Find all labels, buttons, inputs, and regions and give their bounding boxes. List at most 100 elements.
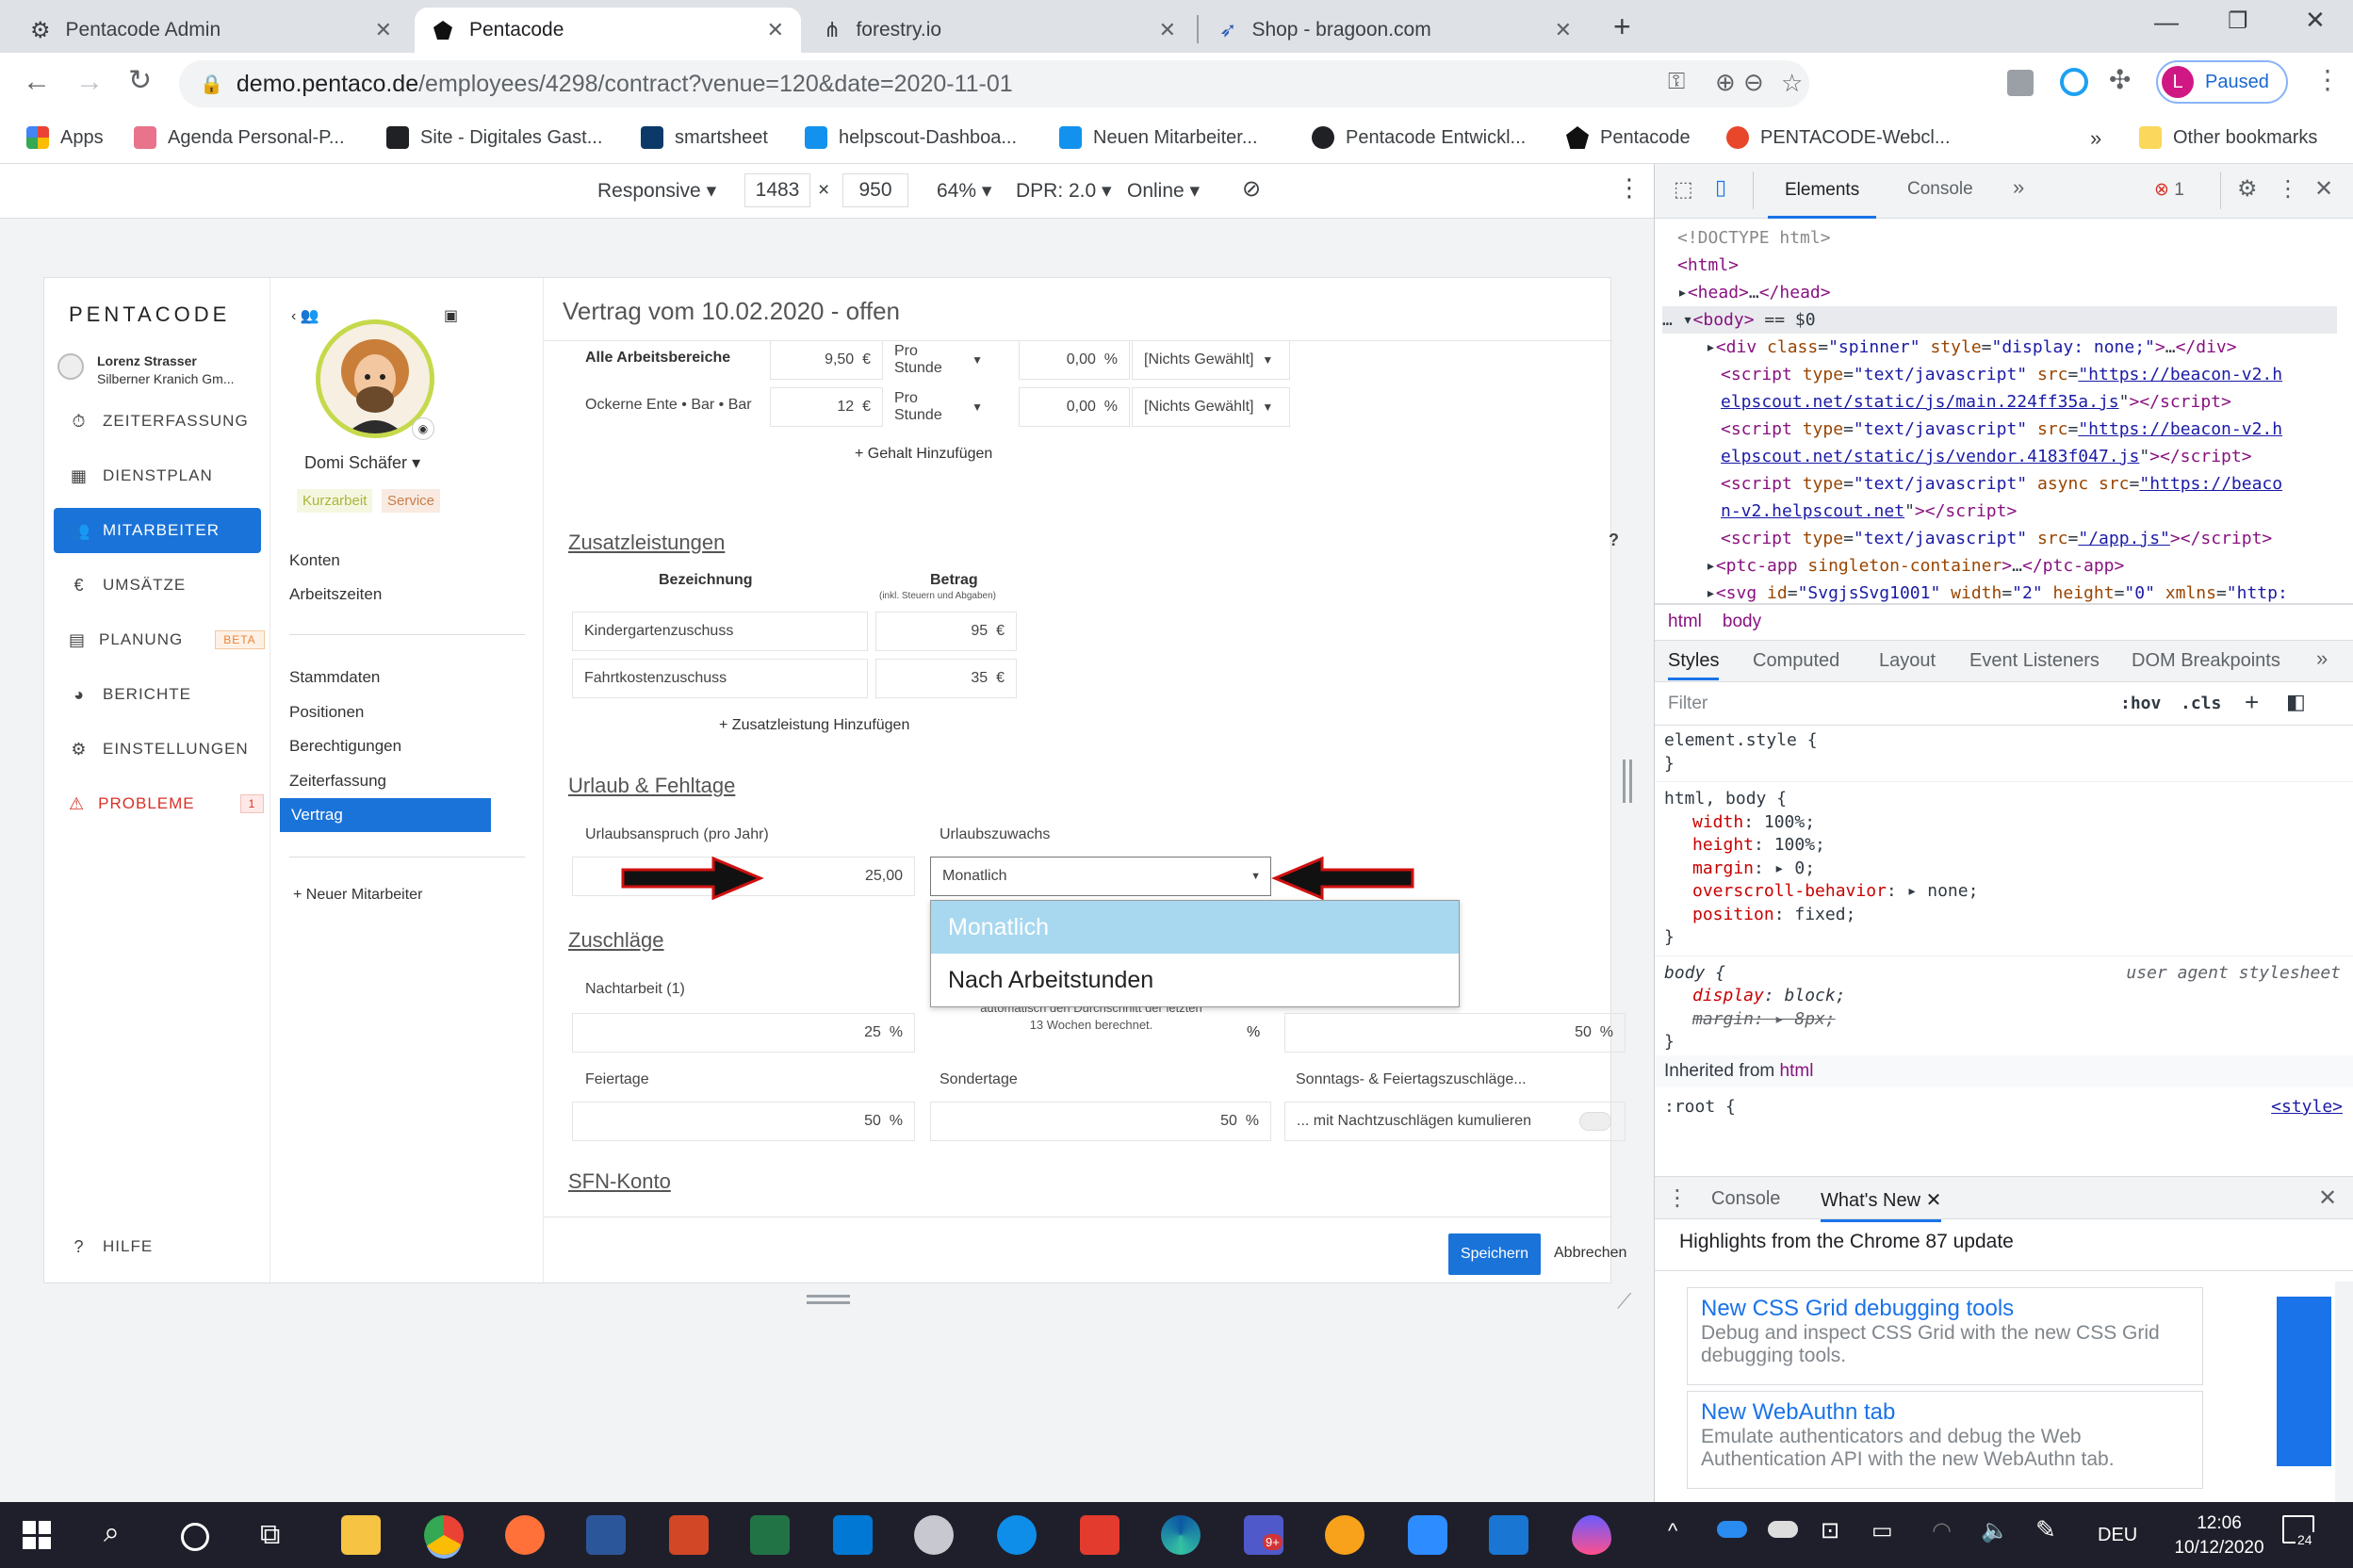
bookmark-agenda[interactable]: Agenda Personal-P... <box>134 126 345 149</box>
anydesk-icon[interactable] <box>1080 1515 1119 1555</box>
nav-berichte[interactable]: ◕ BERICHTE <box>54 672 261 717</box>
language-indicator[interactable]: DEU <box>2098 1525 2137 1546</box>
resize-handle-right[interactable] <box>1623 760 1632 803</box>
add-zusatz-button[interactable]: + Zusatzleistung Hinzufügen <box>719 717 909 734</box>
bookmark-pentacode[interactable]: Pentacode <box>1566 126 1691 149</box>
address-bar[interactable]: 🔒 demo.pentaco.de /employees/4298/contra… <box>179 60 1809 107</box>
close-drawer-icon[interactable]: ✕ <box>2318 1184 2337 1212</box>
bookmark-apps[interactable]: Apps <box>26 126 104 149</box>
notification-center-icon[interactable]: 24 <box>2282 1515 2314 1547</box>
new-tab-button[interactable]: + <box>1613 9 1631 44</box>
subnav-vertrag[interactable]: Vertrag <box>280 798 491 832</box>
file-explorer-icon[interactable] <box>341 1515 381 1555</box>
salary-unit-select[interactable]: Pro Stunde ▼ <box>883 340 994 380</box>
dom-node[interactable]: <script type="text/javascript" async src… <box>1662 470 2337 498</box>
tab-pentacode-admin[interactable]: ⚙ Pentacode Admin ✕ <box>13 8 409 53</box>
more-tabs-chevron-icon[interactable]: » <box>2316 646 2328 671</box>
tab-pentacode[interactable]: Pentacode ✕ <box>415 8 801 53</box>
style-source-link[interactable]: <style> <box>2271 1097 2343 1117</box>
zoom-icon[interactable]: ⊖ <box>1743 68 1764 97</box>
profile-button[interactable]: L Paused <box>2156 60 2288 104</box>
close-devtools-icon[interactable]: ✕ <box>2314 175 2333 203</box>
windows-start-icon[interactable] <box>23 1521 51 1549</box>
cortana-icon[interactable] <box>181 1523 209 1551</box>
salary-amount-input[interactable]: 9,50 € <box>770 340 883 380</box>
inherited-tag[interactable]: html <box>1780 1061 1814 1081</box>
nav-mitarbeiter[interactable]: 👥 MITARBEITER <box>54 508 261 553</box>
back-button[interactable]: ← <box>23 66 51 98</box>
css-rule[interactable]: body {user agent stylesheet <box>1655 956 2353 986</box>
maximize-button[interactable]: ❐ <box>2228 8 2248 35</box>
battery-icon[interactable]: ▭ <box>1871 1517 1893 1544</box>
nav-probleme[interactable]: ⚠ PROBLEME 1 <box>54 781 265 826</box>
css-rule-root[interactable]: :root {<style> <box>1664 1097 2343 1117</box>
chrome-icon[interactable] <box>424 1515 464 1555</box>
drawer-tab-whats-new[interactable]: What's New ✕ <box>1821 1188 1942 1222</box>
nav-hilfe[interactable]: ? HILFE <box>54 1224 261 1269</box>
nav-planung[interactable]: ▤ PLANUNG BETA <box>54 617 265 662</box>
rotate-icon[interactable]: ⊘ <box>1242 175 1261 203</box>
user-avatar[interactable] <box>57 353 84 380</box>
bookmark-neuen-mitarbeiter[interactable]: Neuen Mitarbeiter... <box>1059 126 1258 149</box>
css-decl[interactable]: width: 100%; <box>1655 811 2353 835</box>
new-employee-button[interactable]: + Neuer Mitarbeiter <box>293 887 422 904</box>
close-icon[interactable]: ✕ <box>375 18 392 42</box>
close-icon[interactable]: ✕ <box>1555 18 1572 42</box>
nav-umsaetze[interactable]: € UMSÄTZE <box>54 563 261 608</box>
more-tabs-chevron-icon[interactable]: » <box>2013 175 2024 200</box>
extension-helpscout-icon[interactable] <box>2060 68 2088 96</box>
choice-select[interactable]: [Nichts Gewählt] ▼ <box>1132 340 1290 380</box>
tab-elements[interactable]: Elements <box>1768 164 1877 219</box>
outlook-icon[interactable] <box>833 1515 873 1555</box>
tab-event-listeners[interactable]: Event Listeners <box>1969 650 2100 672</box>
camera-icon[interactable]: ◉ <box>412 417 434 440</box>
percent-input[interactable]: 0,00 % <box>1019 340 1130 380</box>
network-select[interactable]: Online ▾ <box>1127 179 1200 203</box>
bookmark-site[interactable]: Site - Digitales Gast... <box>386 126 602 149</box>
star-icon[interactable]: ☆ <box>1781 69 1803 98</box>
resize-handle-bottom[interactable] <box>807 1295 850 1304</box>
help-icon[interactable]: ? <box>1609 531 1619 550</box>
add-rule-icon[interactable]: + <box>2245 688 2259 717</box>
dom-node[interactable]: <script type="text/javascript" src="/app… <box>1662 525 2337 552</box>
tab-layout[interactable]: Layout <box>1879 650 1936 672</box>
percent-input[interactable]: 0,00 % <box>1019 387 1130 427</box>
id-card-icon[interactable]: ▣ <box>444 306 458 325</box>
app-orange-icon[interactable] <box>1325 1515 1364 1555</box>
dom-node[interactable]: elpscout.net/static/js/main.224ff35a.js"… <box>1662 388 2337 416</box>
tab-console[interactable]: Console <box>1907 179 1973 200</box>
cls-toggle[interactable]: .cls <box>2181 694 2221 713</box>
nav-dienstplan[interactable]: ▦ DIENSTPLAN <box>54 453 261 498</box>
bookmarks-overflow-chevron-icon[interactable]: » <box>2090 126 2101 151</box>
width-input[interactable]: 1483 <box>744 173 810 207</box>
add-salary-button[interactable]: + Gehalt Hinzufügen <box>855 446 992 463</box>
filter-input[interactable]: Filter <box>1668 694 1708 714</box>
dom-node-selected[interactable]: … ▾<body> == $0 <box>1662 306 2337 334</box>
zuwachs-select[interactable]: Monatlich ▼ <box>930 857 1271 896</box>
subnav-berechtigungen[interactable]: Berechtigungen <box>289 737 401 756</box>
close-icon[interactable]: ✕ <box>767 18 784 42</box>
salary-amount-input[interactable]: 12 € <box>770 387 883 427</box>
resize-corner-icon[interactable]: ⟋ <box>1617 1289 1631 1314</box>
extensions-puzzle-icon[interactable]: ✣ <box>2109 64 2131 95</box>
subnav-stammdaten[interactable]: Stammdaten <box>289 668 380 687</box>
tray-chevron-icon[interactable]: ^ <box>1668 1519 1677 1544</box>
tab-bragoon[interactable]: ➶ Shop - bragoon.com ✕ <box>1202 8 1589 53</box>
zusatz-name-input[interactable]: Fahrtkostenzuschuss <box>572 659 868 698</box>
drawer-tab-console[interactable]: Console <box>1711 1188 1780 1210</box>
subnav-positionen[interactable]: Positionen <box>289 703 364 722</box>
sidebar-toggle-icon[interactable]: ◧ <box>2286 690 2306 714</box>
photos-icon[interactable] <box>1489 1515 1528 1555</box>
css-decl[interactable]: margin: ▸ 0; <box>1655 858 2353 881</box>
sondertage-input[interactable]: 50 % <box>930 1102 1271 1141</box>
news-card[interactable]: New WebAuthn tab Emulate authenticators … <box>1687 1391 2203 1489</box>
dom-node[interactable]: ▸<ptc-app singleton-container>…</ptc-app… <box>1662 552 2337 580</box>
excel-icon[interactable] <box>750 1515 790 1555</box>
dom-node[interactable]: <!DOCTYPE html> <box>1662 224 2337 252</box>
error-count[interactable]: ⊗ 1 <box>2154 179 2184 201</box>
css-rule[interactable]: html, body { <box>1655 782 2353 811</box>
dom-node[interactable]: elpscout.net/static/js/vendor.4183f047.j… <box>1662 443 2337 470</box>
more-options-icon[interactable]: ⋮ <box>2277 175 2299 203</box>
bookmark-other[interactable]: Other bookmarks <box>2139 126 2317 149</box>
wifi-icon[interactable]: ◠ <box>1932 1517 1952 1544</box>
